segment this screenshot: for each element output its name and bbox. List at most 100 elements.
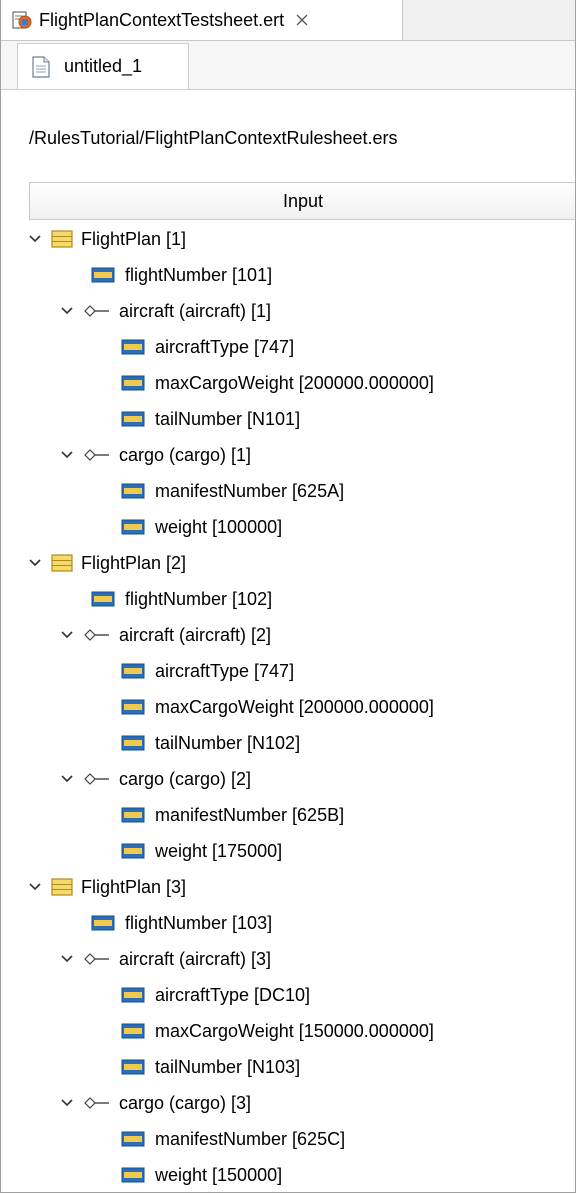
tree-node-attribute[interactable]: weight [150000] (121, 1160, 282, 1190)
input-column-header[interactable]: Input (29, 182, 575, 220)
tree-node-attribute[interactable]: flightNumber [101] (91, 260, 272, 290)
chevron-down-icon[interactable] (59, 1095, 75, 1111)
tree-node-association[interactable]: aircraft (aircraft) [3] (59, 944, 271, 974)
tree-node-flightplan[interactable]: FlightPlan [2] (27, 548, 186, 578)
node-label: flightNumber [101] (125, 264, 273, 285)
attribute-icon (121, 987, 145, 1003)
inner-tab-strip: untitled_1 (1, 41, 575, 90)
node-label: tailNumber [N102] (155, 732, 301, 753)
tree-node-flightplan[interactable]: FlightPlan [1] (27, 224, 186, 254)
tree-node-association[interactable]: aircraft (aircraft) [1] (59, 296, 271, 326)
association-icon (84, 449, 109, 461)
testsheet-icon (12, 11, 32, 29)
tree-node-attribute[interactable]: flightNumber [103] (91, 908, 272, 938)
entity-icon (51, 878, 73, 896)
tree-node-attribute[interactable]: maxCargoWeight [200000.000000] (121, 368, 434, 398)
chevron-down-icon[interactable] (59, 447, 75, 463)
editor-tab-title: FlightPlanContextTestsheet.ert (39, 9, 285, 30)
chevron-down-icon[interactable] (27, 879, 43, 895)
node-label: manifestNumber [625B] (155, 804, 345, 825)
node-label: cargo (cargo) [2] (119, 768, 252, 789)
tree-node-attribute[interactable]: manifestNumber [625C] (121, 1124, 345, 1154)
attribute-icon (121, 339, 145, 355)
attribute-icon (121, 735, 145, 751)
column-header-label: Input (282, 190, 324, 211)
tree-node-attribute[interactable]: tailNumber [N102] (121, 728, 300, 758)
association-icon (84, 1097, 109, 1109)
node-label: aircraftType [DC10] (155, 984, 311, 1005)
tree-node-attribute[interactable]: maxCargoWeight [200000.000000] (121, 692, 434, 722)
attribute-icon (121, 375, 145, 391)
tree-node-attribute[interactable]: tailNumber [N101] (121, 404, 300, 434)
attribute-icon (121, 519, 145, 535)
tree-node-attribute[interactable]: manifestNumber [625B] (121, 800, 344, 830)
attribute-icon (121, 663, 145, 679)
close-icon[interactable] (294, 12, 310, 28)
node-label: aircraftType [747] (155, 660, 295, 681)
chevron-down-icon[interactable] (27, 555, 43, 571)
tree-node-flightplan[interactable]: FlightPlan [3] (27, 872, 186, 902)
chevron-down-icon[interactable] (59, 627, 75, 643)
tree-node-attribute[interactable]: flightNumber [102] (91, 584, 272, 614)
node-label: maxCargoWeight [150000.000000] (155, 1020, 434, 1041)
node-label: tailNumber [N103] (155, 1056, 301, 1077)
tree-node-association[interactable]: cargo (cargo) [1] (59, 440, 251, 470)
association-icon (84, 953, 109, 965)
node-label: weight [150000] (155, 1164, 283, 1185)
node-label: manifestNumber [625C] (155, 1128, 346, 1149)
entity-icon (51, 554, 73, 572)
tab-untitled-1[interactable]: untitled_1 (17, 43, 189, 89)
association-icon (84, 305, 109, 317)
chevron-down-icon[interactable] (59, 951, 75, 967)
node-label: flightNumber [102] (125, 588, 273, 609)
attribute-icon (121, 843, 145, 859)
tree-node-attribute[interactable]: weight [175000] (121, 836, 282, 866)
node-label: maxCargoWeight [200000.000000] (155, 372, 434, 393)
tree-node-attribute[interactable]: manifestNumber [625A] (121, 476, 344, 506)
node-label: weight [100000] (155, 516, 283, 537)
rulesheet-path: /RulesTutorial/FlightPlanContextRuleshee… (29, 128, 398, 148)
node-label: flightNumber [103] (125, 912, 273, 933)
attribute-icon (91, 915, 115, 931)
node-label: FlightPlan [2] (81, 552, 187, 573)
attribute-icon (121, 1167, 145, 1183)
tree-node-attribute[interactable]: weight [100000] (121, 512, 282, 542)
node-label: aircraft (aircraft) [3] (119, 948, 272, 969)
node-label: FlightPlan [1] (81, 228, 187, 249)
chevron-down-icon[interactable] (27, 231, 43, 247)
attribute-icon (121, 483, 145, 499)
attribute-icon (91, 591, 115, 607)
tab-label: untitled_1 (64, 56, 143, 76)
tree-node-attribute[interactable]: maxCargoWeight [150000.000000] (121, 1016, 434, 1046)
tree-node-attribute[interactable]: tailNumber [N103] (121, 1052, 300, 1082)
editor-tab-strip: FlightPlanContextTestsheet.ert (1, 0, 575, 41)
node-label: manifestNumber [625A] (155, 480, 345, 501)
attribute-icon (121, 411, 145, 427)
tree-node-attribute[interactable]: aircraftType [DC10] (121, 980, 310, 1010)
editor-frame: FlightPlanContextTestsheet.ert untitled_… (0, 0, 576, 1193)
chevron-down-icon[interactable] (59, 303, 75, 319)
attribute-icon (121, 807, 145, 823)
editor-tab[interactable]: FlightPlanContextTestsheet.ert (1, 0, 403, 40)
node-label: cargo (cargo) [1] (119, 444, 252, 465)
association-icon (84, 629, 109, 641)
node-label: aircraft (aircraft) [2] (119, 624, 272, 645)
attribute-icon (121, 1059, 145, 1075)
tree-node-attribute[interactable]: aircraftType [747] (121, 332, 294, 362)
node-label: FlightPlan [3] (81, 876, 187, 897)
attribute-icon (91, 267, 115, 283)
node-label: aircraftType [747] (155, 336, 295, 357)
tree-node-association[interactable]: aircraft (aircraft) [2] (59, 620, 271, 650)
node-label: tailNumber [N101] (155, 408, 301, 429)
attribute-icon (121, 1023, 145, 1039)
chevron-down-icon[interactable] (59, 771, 75, 787)
node-label: weight [175000] (155, 840, 283, 861)
tree-node-attribute[interactable]: aircraftType [747] (121, 656, 294, 686)
file-icon (32, 55, 50, 78)
tree-node-association[interactable]: cargo (cargo) [3] (59, 1088, 251, 1118)
attribute-icon (121, 1131, 145, 1147)
association-icon (84, 773, 109, 785)
tree-node-association[interactable]: cargo (cargo) [2] (59, 764, 251, 794)
entity-icon (51, 230, 73, 248)
node-label: cargo (cargo) [3] (119, 1092, 252, 1113)
